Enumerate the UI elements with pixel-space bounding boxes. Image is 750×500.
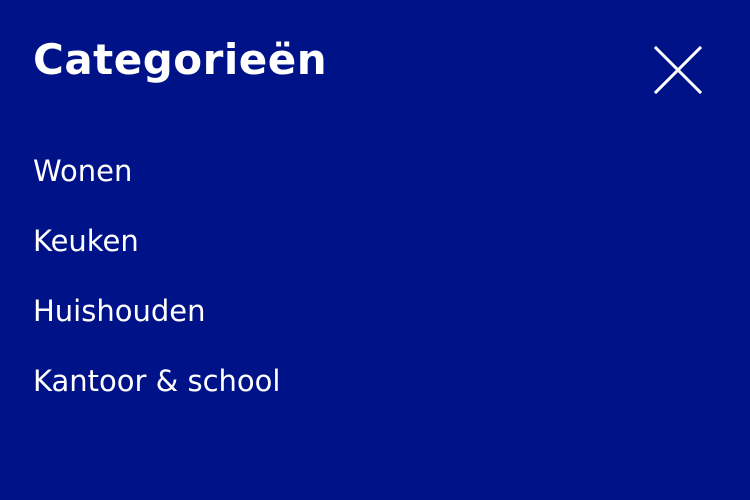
categories-menu: Categorieën Wonen Keuken Huishouden Kant… xyxy=(0,0,750,500)
close-button[interactable] xyxy=(650,42,706,98)
category-item-label: Wonen xyxy=(33,154,133,188)
category-item-label: Huishouden xyxy=(33,294,206,328)
category-item-label: Kantoor & school xyxy=(33,364,281,398)
close-icon xyxy=(653,45,703,95)
menu-title: Categorieën xyxy=(33,35,328,84)
category-list: Wonen Keuken Huishouden Kantoor & school xyxy=(33,136,280,416)
category-item-label: Keuken xyxy=(33,224,139,258)
category-item-kantoor-school[interactable]: Kantoor & school xyxy=(33,346,280,416)
category-item-huishouden[interactable]: Huishouden xyxy=(33,276,280,346)
category-item-wonen[interactable]: Wonen xyxy=(33,136,280,206)
category-item-keuken[interactable]: Keuken xyxy=(33,206,280,276)
